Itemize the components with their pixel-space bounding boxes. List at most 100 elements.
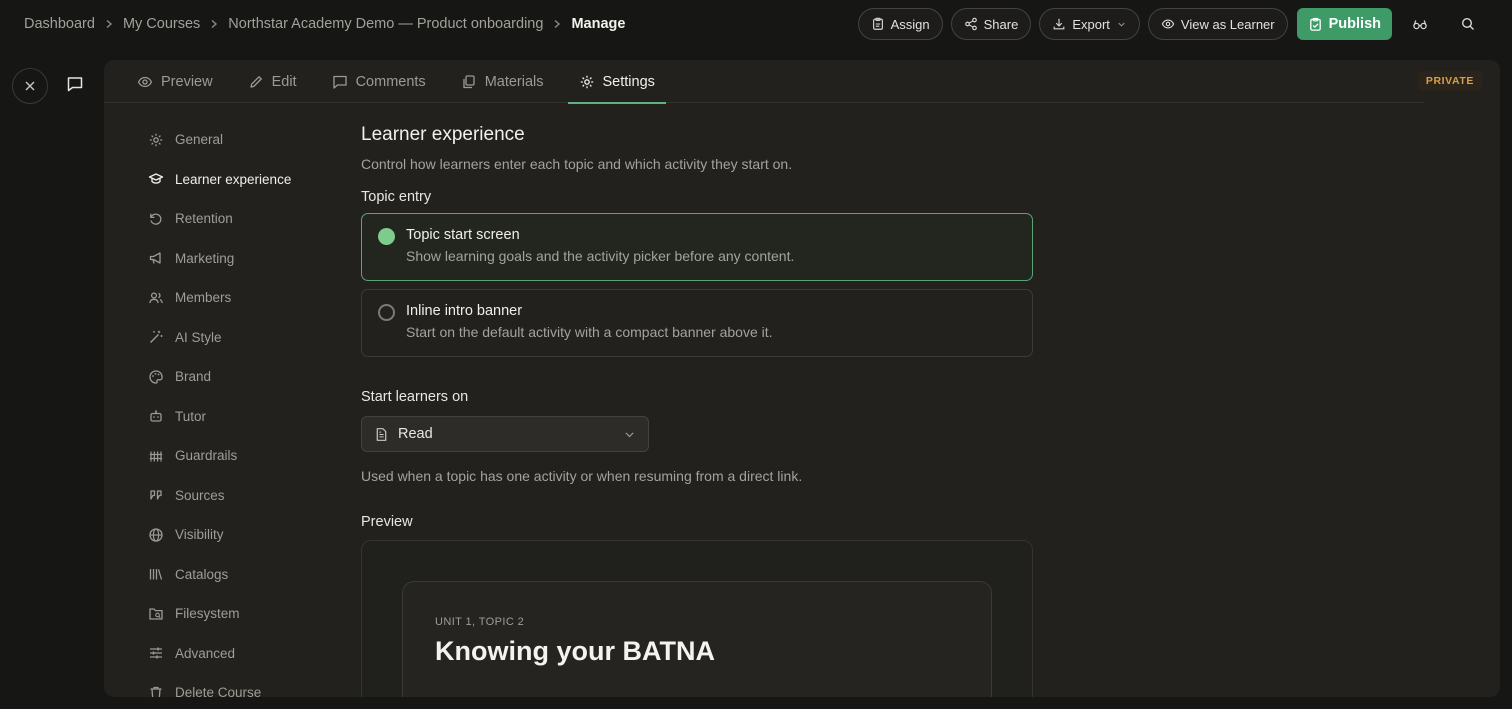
glasses-icon bbox=[1412, 16, 1428, 32]
nav-item-label: Members bbox=[175, 290, 232, 306]
search-button[interactable] bbox=[1448, 8, 1488, 40]
nav-item-visibility[interactable]: Visibility bbox=[148, 515, 328, 555]
preview-title: Knowing your BATNA bbox=[435, 636, 715, 666]
nav-item-label: Tutor bbox=[175, 408, 207, 424]
radio-selected[interactable] bbox=[378, 228, 395, 245]
nav-item-advanced[interactable]: Advanced bbox=[148, 634, 328, 674]
eye-icon bbox=[1161, 17, 1175, 31]
preview-label: Preview bbox=[361, 514, 413, 530]
nav-item-label: Advanced bbox=[175, 645, 236, 661]
view-as-learner-label: View as Learner bbox=[1180, 16, 1275, 32]
share-label: Share bbox=[983, 16, 1019, 32]
start-help-text: Used when a topic has one activity or wh… bbox=[361, 468, 803, 484]
preview-eyebrow: UNIT 1, TOPIC 2 bbox=[435, 616, 525, 628]
nav-item-marketing[interactable]: Marketing bbox=[148, 239, 328, 279]
graduation-cap-icon bbox=[148, 171, 164, 187]
tab-label: Settings bbox=[602, 73, 655, 90]
section-subtitle: Control how learners enter each topic an… bbox=[361, 156, 793, 172]
assign-label: Assign bbox=[890, 16, 930, 32]
share-icon bbox=[964, 17, 978, 31]
nav-item-label: Brand bbox=[175, 369, 212, 385]
chevron-down-icon bbox=[1116, 19, 1127, 30]
tab-settings[interactable]: Settings bbox=[567, 60, 667, 104]
library-icon bbox=[148, 566, 164, 582]
megaphone-icon bbox=[148, 250, 164, 266]
publish-label: Publish bbox=[1328, 16, 1381, 32]
option-topic-start-screen[interactable]: Topic start screen Show learning goals a… bbox=[361, 213, 1033, 281]
sliders-icon bbox=[148, 645, 164, 661]
tab-edit[interactable]: Edit bbox=[237, 60, 308, 103]
section-title: Learner experience bbox=[361, 124, 525, 145]
comments-toggle-button[interactable] bbox=[66, 75, 84, 93]
pencil-icon bbox=[248, 74, 264, 90]
globe-icon bbox=[148, 527, 164, 543]
assign-button[interactable]: Assign bbox=[857, 8, 943, 40]
nav-item-guardrails[interactable]: Guardrails bbox=[148, 436, 328, 476]
file-text-icon bbox=[374, 427, 389, 442]
nav-item-label: Visibility bbox=[175, 527, 224, 543]
breadcrumb-current: Manage bbox=[571, 16, 626, 32]
tab-materials[interactable]: Materials bbox=[450, 60, 555, 103]
tab-bar: Preview Edit Comments Materials Settings bbox=[104, 60, 1424, 104]
export-button[interactable]: Export bbox=[1039, 8, 1140, 40]
users-icon bbox=[148, 290, 164, 306]
tab-preview[interactable]: Preview bbox=[126, 60, 224, 103]
chevron-right-icon bbox=[552, 19, 562, 29]
nav-item-delete-course[interactable]: Delete Course bbox=[148, 673, 328, 697]
nav-item-brand[interactable]: Brand bbox=[148, 357, 328, 397]
chevron-down-icon bbox=[623, 428, 636, 441]
palette-icon bbox=[148, 369, 164, 385]
breadcrumb-course[interactable]: Northstar Academy Demo — Product onboard… bbox=[228, 16, 543, 32]
nav-item-sources[interactable]: Sources bbox=[148, 476, 328, 516]
tab-comments[interactable]: Comments bbox=[321, 60, 437, 103]
publish-button[interactable]: Publish bbox=[1296, 8, 1392, 40]
radio-unselected[interactable] bbox=[378, 304, 395, 321]
nav-item-label: General bbox=[175, 132, 224, 148]
close-button[interactable] bbox=[12, 68, 48, 104]
fence-icon bbox=[148, 448, 164, 464]
settings-nav: General Learner experience Retention Mar… bbox=[148, 120, 328, 697]
start-learners-label: Start learners on bbox=[361, 389, 469, 405]
breadcrumb: Dashboard My Courses Northstar Academy D… bbox=[24, 16, 858, 32]
option-title: Topic start screen bbox=[406, 227, 520, 243]
nav-item-members[interactable]: Members bbox=[148, 278, 328, 318]
nav-item-label: Retention bbox=[175, 211, 233, 227]
gear-icon bbox=[148, 132, 164, 148]
download-icon bbox=[1052, 17, 1066, 31]
clipboard-check-icon bbox=[1308, 17, 1323, 32]
topic-entry-label: Topic entry bbox=[361, 189, 432, 205]
eye-icon bbox=[137, 74, 153, 90]
start-activity-select[interactable]: Read bbox=[361, 416, 649, 452]
chevron-right-icon bbox=[209, 19, 219, 29]
search-icon bbox=[1460, 16, 1476, 32]
select-value: Read bbox=[398, 426, 433, 442]
nav-item-general[interactable]: General bbox=[148, 120, 328, 160]
nav-item-tutor[interactable]: Tutor bbox=[148, 397, 328, 437]
quote-icon bbox=[148, 487, 164, 503]
nav-item-catalogs[interactable]: Catalogs bbox=[148, 555, 328, 595]
nav-item-filesystem[interactable]: Filesystem bbox=[148, 594, 328, 634]
nav-item-label: Sources bbox=[175, 487, 225, 503]
nav-item-ai-style[interactable]: AI Style bbox=[148, 318, 328, 358]
option-description: Start on the default activity with a com… bbox=[406, 324, 773, 340]
learner-experience-settings: Learner experience Control how learners … bbox=[361, 124, 1033, 697]
option-inline-intro-banner[interactable]: Inline intro banner Start on the default… bbox=[361, 289, 1033, 357]
topic-start-preview-card: UNIT 1, TOPIC 2 Knowing your BATNA bbox=[402, 581, 992, 697]
magic-wand-icon bbox=[148, 329, 164, 345]
gear-icon bbox=[579, 74, 595, 90]
manage-panel: Preview Edit Comments Materials Settings… bbox=[104, 60, 1500, 697]
nav-item-label: Guardrails bbox=[175, 448, 238, 464]
rotate-ccw-icon bbox=[148, 211, 164, 227]
breadcrumb-my-courses[interactable]: My Courses bbox=[123, 16, 200, 32]
top-bar: Dashboard My Courses Northstar Academy D… bbox=[0, 0, 1512, 48]
breadcrumb-dashboard[interactable]: Dashboard bbox=[24, 16, 95, 32]
glasses-button[interactable] bbox=[1400, 8, 1440, 40]
bot-icon bbox=[148, 408, 164, 424]
clipboard-icon bbox=[871, 17, 885, 31]
share-button[interactable]: Share bbox=[950, 8, 1032, 40]
chevron-right-icon bbox=[104, 19, 114, 29]
option-title: Inline intro banner bbox=[406, 303, 523, 319]
nav-item-retention[interactable]: Retention bbox=[148, 199, 328, 239]
nav-item-learner-experience[interactable]: Learner experience bbox=[148, 160, 328, 200]
view-as-learner-button[interactable]: View as Learner bbox=[1147, 8, 1288, 40]
